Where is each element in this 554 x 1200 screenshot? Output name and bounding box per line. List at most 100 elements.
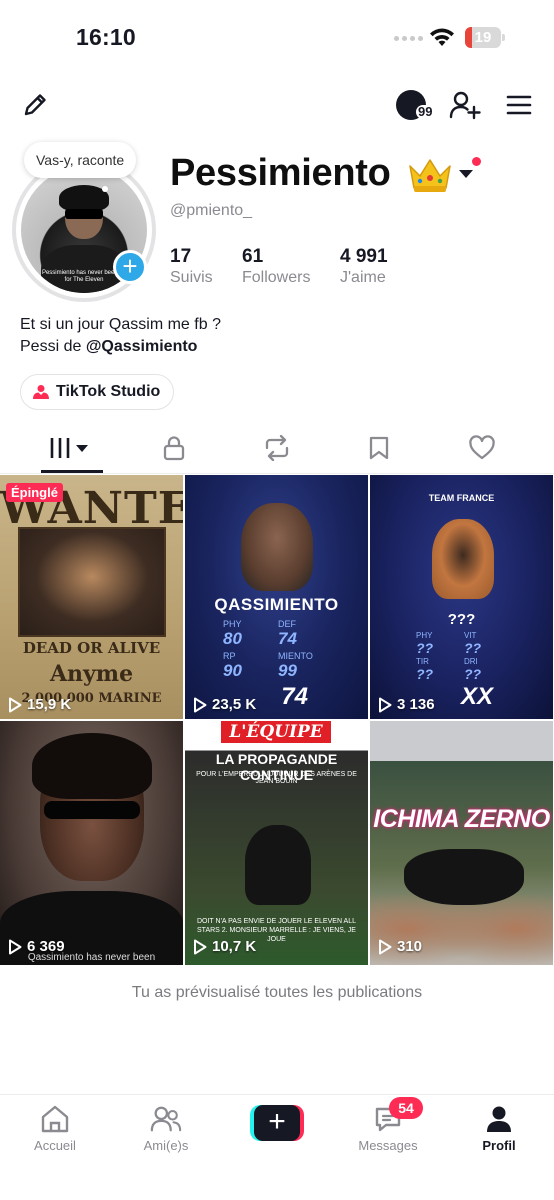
following-count: 17 [170, 246, 192, 267]
view-count: 310 [378, 938, 422, 955]
sunglasses-graphic [44, 801, 140, 819]
profile-stats: 17 Suivis 61 Followers 4 991 J'aime [170, 246, 388, 288]
video-thumbnail[interactable]: WANTED DEAD OR ALIVE Anyme 2.000.000 MAR… [0, 475, 183, 719]
play-icon [379, 697, 392, 712]
play-icon [194, 939, 207, 954]
pencil-icon [24, 94, 46, 116]
tab-favorites[interactable] [349, 424, 409, 472]
bookmark-icon [369, 436, 389, 460]
view-count-text: 10,7 K [212, 938, 257, 955]
view-count-text: 310 [397, 938, 423, 955]
stat-value: 74 [278, 629, 297, 648]
video-thumbnail[interactable]: QASSIMIENTO PHY 80 DEF 74 RP 90 MIENTO 99 74… [185, 475, 368, 719]
bottom-navigation: Accueil Ami(e)s + 54 Messages Profil [0, 1094, 554, 1200]
stat-value: ?? [416, 640, 434, 656]
status-bar: 16:10 19 [0, 0, 554, 74]
card-stat: VIT?? [464, 631, 512, 656]
tab-videos[interactable] [42, 424, 102, 472]
lock-icon [163, 436, 185, 461]
add-user-icon [449, 91, 481, 120]
active-tab-indicator [41, 470, 103, 473]
studio-icon [33, 385, 49, 399]
controller-graphic [404, 849, 524, 905]
thumbnail-image [245, 825, 311, 905]
profile-icon [487, 1106, 511, 1132]
friends-icon [150, 1106, 182, 1132]
play-icon [9, 697, 22, 712]
likes-stat[interactable]: 4 991 J'aime [340, 246, 388, 288]
story-prompt-bubble[interactable]: Vas-y, raconte [24, 142, 137, 178]
story-button[interactable]: 99 [394, 88, 435, 122]
bio-mention-link[interactable]: @Qassimiento [86, 338, 198, 355]
card-stats: PHY?? VIT?? TIR?? DRI?? [416, 631, 512, 682]
nav-home-label: Accueil [34, 1138, 76, 1153]
nav-friends[interactable]: Ami(e)s [111, 1103, 221, 1153]
tiktok-studio-button[interactable]: TikTok Studio [20, 374, 175, 410]
card-player-name: ??? [447, 611, 476, 628]
card-player-name: QASSIMIENTO [214, 595, 339, 614]
view-count: 23,5 K [193, 696, 256, 713]
pinned-badge: Épinglé [6, 483, 63, 502]
nav-inbox[interactable]: 54 Messages [333, 1097, 443, 1153]
view-count-text: 23,5 K [212, 696, 257, 713]
plus-icon: + [254, 1105, 300, 1141]
stat-value: ?? [416, 666, 434, 682]
card-rating: 74 [281, 683, 308, 710]
add-friend-button[interactable] [448, 88, 482, 122]
video-thumbnail[interactable]: L'ÉQUIPE LA PROPAGANDE CONTINUE POUR L'E… [185, 721, 368, 965]
bubble-tail [102, 186, 108, 192]
nav-profile-label: Profil [482, 1138, 516, 1153]
view-count-text: 15,9 K [27, 696, 72, 713]
followers-stat[interactable]: 61 Followers [242, 246, 340, 288]
add-avatar-button[interactable]: + [113, 250, 147, 284]
view-count: 3 136 [378, 696, 435, 713]
display-name: Pessimiento [170, 152, 391, 194]
tab-private[interactable] [144, 424, 204, 472]
tab-liked[interactable] [452, 424, 512, 472]
edit-profile-button[interactable] [18, 88, 52, 122]
card-stat: DEF 74 [278, 619, 333, 649]
stat-value: 99 [278, 661, 297, 680]
following-label: Suivis [170, 269, 213, 286]
thumbnail-hair [32, 733, 152, 799]
battery-level: 19 [474, 29, 492, 46]
stat-label: PHY [416, 631, 433, 640]
nav-home[interactable]: Accueil [0, 1103, 110, 1153]
video-thumbnail[interactable]: Qassimiento has never been 6 369 [0, 721, 183, 965]
team-label: TEAM FRANCE [428, 493, 495, 503]
stat-label: DRI [464, 657, 478, 666]
thumbnail-image [370, 721, 553, 761]
video-thumbnail[interactable]: TEAM FRANCE ??? PHY?? VIT?? TIR?? DRI?? … [370, 475, 553, 719]
hamburger-menu-icon [506, 95, 532, 115]
bio-line-2: Pessi de @Qassimiento [20, 336, 221, 358]
username: @pmiento_ [170, 202, 253, 219]
newspaper-masthead: L'ÉQUIPE [221, 721, 331, 743]
video-thumbnail[interactable]: ICHIMA ZERNO 310 [370, 721, 553, 965]
wifi-icon [430, 28, 454, 46]
account-switch-caret-icon[interactable] [459, 170, 473, 178]
profile-avatar[interactable]: Pessimiento has never been up for The El… [12, 158, 156, 302]
tab-reposts[interactable] [247, 424, 307, 472]
stat-value: ?? [464, 640, 482, 656]
following-stat[interactable]: 17 Suivis [170, 246, 242, 288]
view-count: 15,9 K [8, 696, 71, 713]
stat-label: TIR [416, 657, 429, 666]
create-button[interactable]: + [250, 1105, 304, 1141]
thumbnail-title: ICHIMA ZERNO [373, 805, 550, 833]
bio-line-1: Et si un jour Qassim me fb ? [20, 316, 221, 333]
card-stats: PHY 80 DEF 74 RP 90 MIENTO 99 [223, 619, 333, 681]
menu-button[interactable] [502, 88, 536, 122]
play-icon [194, 697, 207, 712]
stat-value: 80 [223, 629, 242, 648]
thumbnail-image [241, 503, 313, 591]
nav-profile[interactable]: Profil [444, 1103, 554, 1153]
profile-bio: Et si un jour Qassim me fb ? Pessi de @Q… [20, 314, 221, 358]
card-stat: TIR?? [416, 657, 464, 682]
view-count: 6 369 [8, 938, 65, 955]
story-count: 99 [416, 104, 435, 119]
bio-line-2-text: Pessi de [20, 338, 86, 355]
play-icon [379, 939, 392, 954]
home-icon [41, 1105, 69, 1133]
heart-icon [469, 435, 495, 460]
likes-count: 4 991 [340, 246, 388, 267]
